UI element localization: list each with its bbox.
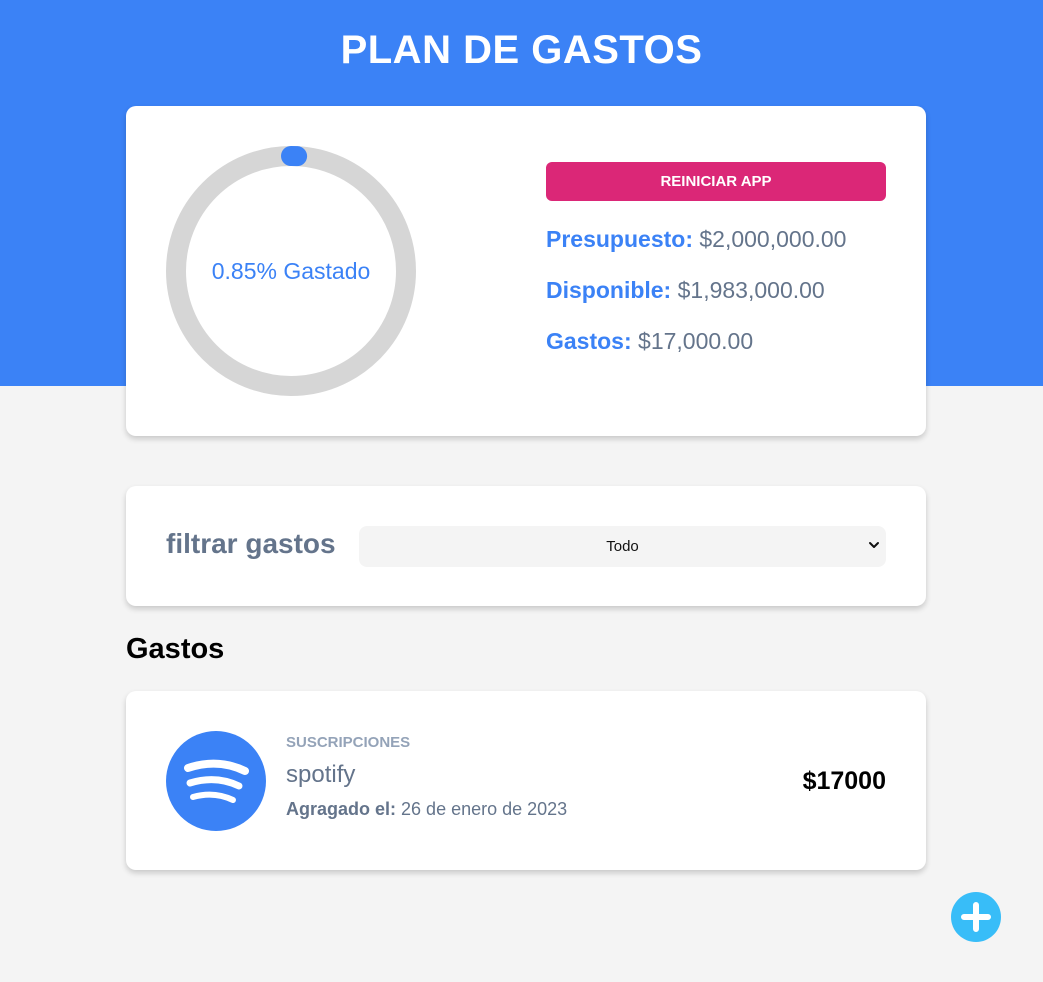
spent-label: Gastos: (546, 328, 632, 354)
progress-text: 0.85% Gastado (211, 257, 371, 284)
expenses-title: Gastos (126, 633, 225, 665)
filter-card: filtrar gastos Todo (126, 486, 926, 606)
spotify-icon (166, 731, 266, 831)
budget-label: Presupuesto: (546, 226, 693, 252)
available-value: $1,983,000.00 (677, 277, 825, 303)
available-stat: Disponible: $1,983,000.00 (546, 277, 825, 304)
expense-date: Agragado el: 26 de enero de 2023 (286, 799, 567, 820)
budget-stat: Presupuesto: $2,000,000.00 (546, 226, 846, 253)
plus-icon (961, 902, 991, 932)
reset-app-button[interactable]: REINICIAR APP (546, 162, 886, 201)
progress-ring: 0.85% Gastado (166, 146, 416, 396)
filter-selected-value: Todo (606, 538, 639, 555)
filter-label: filtrar gastos (166, 528, 336, 559)
expense-item[interactable]: SUSCRIPCIONES spotify Agragado el: 26 de… (126, 691, 926, 870)
budget-card: 0.85% Gastado REINICIAR APP Presupuesto:… (126, 106, 926, 436)
expense-category: SUSCRIPCIONES (286, 734, 411, 751)
add-expense-button[interactable] (951, 892, 1001, 942)
spent-stat: Gastos: $17,000.00 (546, 328, 753, 355)
filter-select[interactable]: Todo (359, 526, 886, 567)
expense-date-label: Agragado el: (286, 799, 397, 819)
expense-name: spotify (286, 761, 356, 788)
chevron-down-icon (869, 542, 879, 548)
budget-value: $2,000,000.00 (699, 226, 847, 252)
spent-value: $17,000.00 (638, 328, 754, 354)
available-label: Disponible: (546, 277, 672, 303)
expense-amount: $17000 (802, 767, 886, 795)
expense-date-value: 26 de enero de 2023 (401, 799, 568, 819)
page-title: PLAN DE GASTOS (340, 28, 703, 72)
